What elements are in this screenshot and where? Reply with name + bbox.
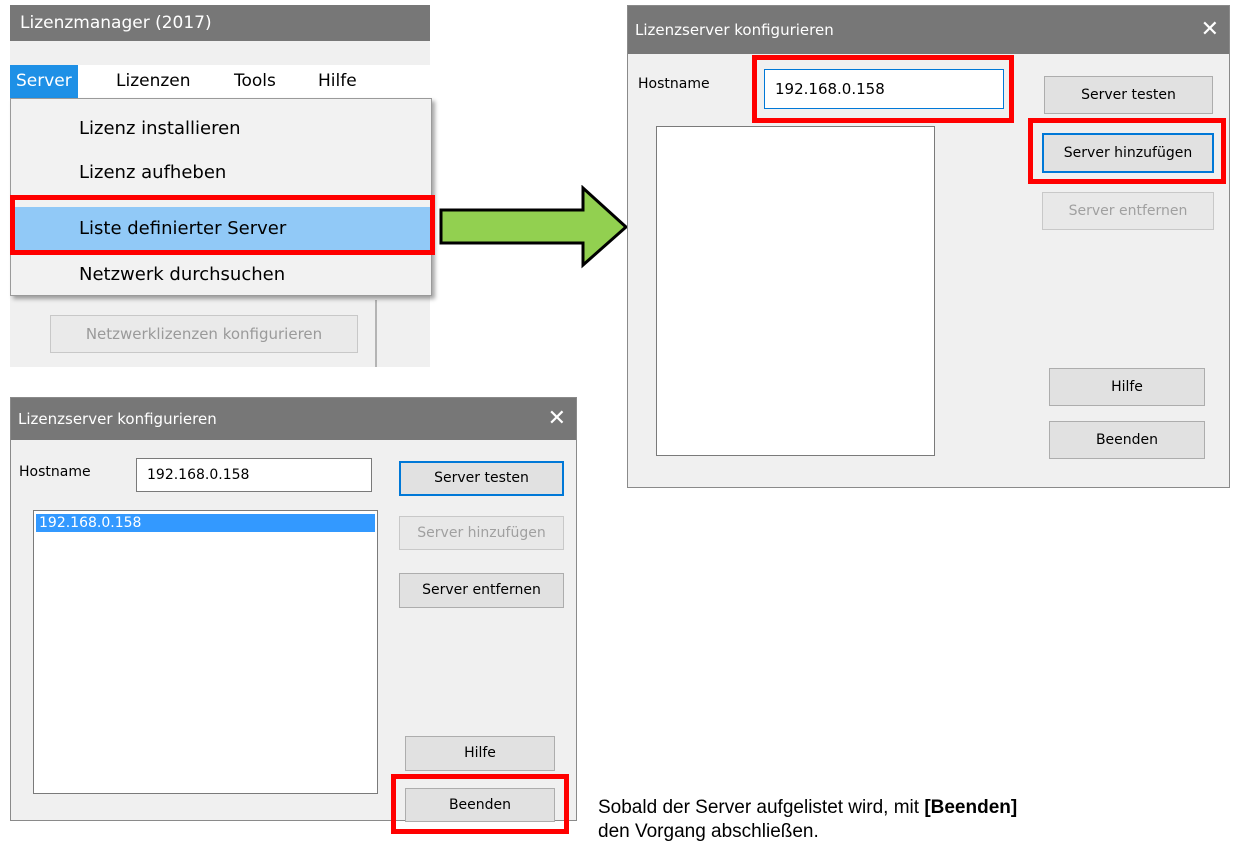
menu-item-lizenz-aufheben[interactable]: Lizenz aufheben	[11, 151, 431, 195]
server-testen-button[interactable]: Server testen	[399, 461, 564, 496]
close-icon[interactable]: ✕	[548, 398, 566, 440]
dialog-after: Lizenzserver konfigurieren ✕ Hostname 19…	[10, 397, 577, 834]
main-window: Lizenzmanager (2017) Server Lizenzen Too…	[10, 5, 435, 367]
dialog-after-titlebar: Lizenzserver konfigurieren ✕	[11, 398, 576, 440]
highlight-hostname-field	[752, 55, 1014, 123]
menu-tools[interactable]: Tools	[228, 65, 282, 98]
server-hinzufuegen-button[interactable]: Server hinzufügen	[399, 516, 564, 550]
list-item[interactable]: 192.168.0.158	[36, 514, 375, 532]
menu-bar: Server Lizenzen Tools Hilfe	[10, 65, 430, 98]
dialog-before-titlebar: Lizenzserver konfigurieren ✕	[628, 6, 1229, 54]
highlight-server-hinzufuegen	[1028, 118, 1226, 184]
menu-hilfe[interactable]: Hilfe	[312, 65, 363, 98]
caption-text-start: Sobald der Server aufgelistet wird, mit	[598, 797, 925, 818]
dialog-before: Lizenzserver konfigurieren ✕ Hostname 19…	[627, 5, 1230, 488]
menu-item-lizenz-installieren[interactable]: Lizenz installieren	[11, 107, 431, 151]
hostname-field[interactable]: 192.168.0.158	[136, 458, 372, 492]
caption-text-end: den Vorgang abschließen.	[598, 821, 819, 842]
hostname-label: Hostname	[19, 464, 91, 480]
hilfe-button[interactable]: Hilfe	[405, 736, 555, 771]
menu-server[interactable]: Server	[10, 65, 78, 98]
highlight-beenden	[391, 774, 569, 834]
network-licenses-button[interactable]: Netzwerklizenzen konfigurieren	[50, 315, 358, 353]
hostname-label: Hostname	[638, 76, 710, 92]
main-window-title: Lizenzmanager (2017)	[10, 5, 430, 41]
close-icon[interactable]: ✕	[1201, 6, 1219, 54]
dialog-after-title: Lizenzserver konfigurieren	[18, 410, 217, 428]
window-body-border	[365, 300, 377, 367]
menu-item-netzwerk-durchsuchen[interactable]: Netzwerk durchsuchen	[11, 253, 431, 297]
hilfe-button[interactable]: Hilfe	[1049, 368, 1205, 406]
menu-lizenzen[interactable]: Lizenzen	[110, 65, 197, 98]
green-arrow-icon	[439, 185, 629, 269]
instruction-caption: Sobald der Server aufgelistet wird, mit …	[598, 796, 1228, 844]
server-list[interactable]	[656, 126, 935, 456]
server-list[interactable]: 192.168.0.158	[33, 510, 378, 794]
dialog-before-title: Lizenzserver konfigurieren	[635, 21, 834, 39]
server-testen-button[interactable]: Server testen	[1044, 76, 1213, 114]
caption-beenden-bold: [Beenden]	[924, 797, 1018, 818]
server-entfernen-button[interactable]: Server entfernen	[1042, 192, 1214, 230]
highlight-liste-definierter-server	[10, 195, 435, 255]
server-entfernen-button[interactable]: Server entfernen	[399, 573, 564, 608]
beenden-button[interactable]: Beenden	[1049, 421, 1205, 459]
